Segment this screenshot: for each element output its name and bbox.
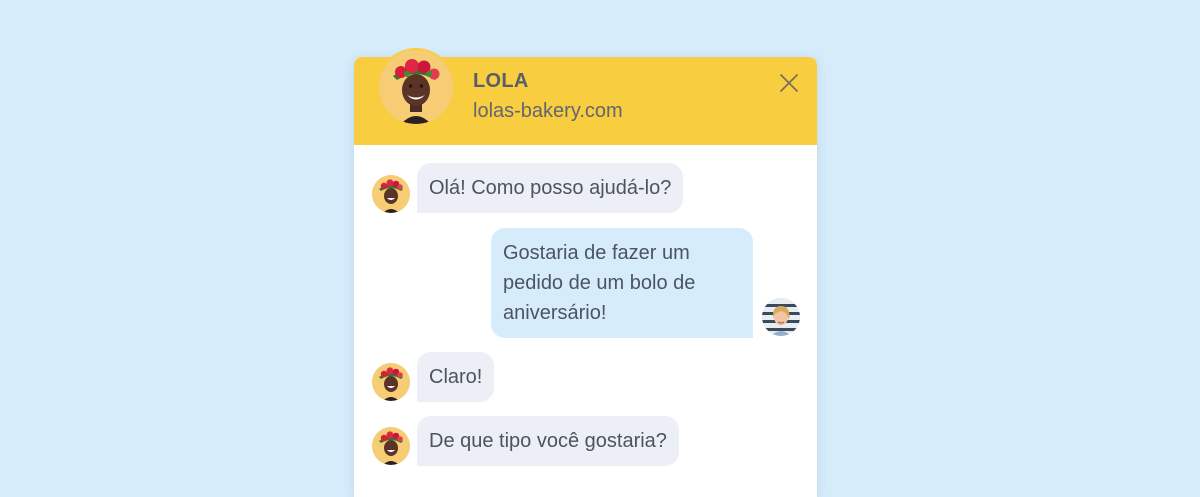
agent-avatar-icon bbox=[372, 363, 410, 401]
agent-message: Claro! bbox=[417, 352, 495, 402]
agent-message: Olá! Como posso ajudá-lo? bbox=[417, 163, 684, 213]
chat-header: LOLA lolas-bakery.com bbox=[354, 48, 817, 145]
agent-message: De que tipo você gostaria? bbox=[417, 416, 679, 466]
agent-avatar-icon bbox=[372, 175, 410, 213]
agent-avatar-icon bbox=[377, 48, 455, 126]
agent-name: LOLA bbox=[473, 70, 529, 92]
agent-avatar-icon bbox=[372, 427, 410, 465]
user-avatar-icon bbox=[762, 298, 800, 336]
chat-widget: LOLA lolas-bakery.com Olá! Como posso aj… bbox=[354, 48, 817, 497]
user-message: Gostaria de fazer um pedido de um bolo d… bbox=[491, 228, 753, 338]
close-icon[interactable] bbox=[778, 72, 800, 94]
agent-site: lolas-bakery.com bbox=[473, 100, 623, 122]
